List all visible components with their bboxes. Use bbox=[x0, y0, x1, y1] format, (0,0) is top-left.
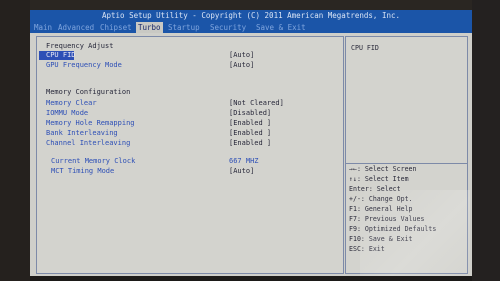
setting-cpu-fid-value[interactable]: [Auto] bbox=[229, 51, 254, 60]
monitor-bezel-left bbox=[0, 0, 30, 281]
setting-bank-interleaving-value[interactable]: [Enabled ] bbox=[229, 129, 271, 138]
tab-advanced[interactable]: Advanced bbox=[56, 22, 96, 33]
section-heading-memory: Memory Configuration bbox=[46, 88, 131, 96]
current-memory-clock-label: Current Memory Clock bbox=[51, 157, 136, 165]
key-help-select-item: ↑↓: Select Item bbox=[349, 175, 409, 183]
setting-memory-clear-value[interactable]: [Not Cleared] bbox=[229, 99, 284, 108]
key-help-save-exit: F10: Save & Exit bbox=[349, 235, 413, 243]
setting-mct-timing-mode-value[interactable]: [Auto] bbox=[229, 167, 254, 176]
key-help-exit: ESC: Exit bbox=[349, 245, 385, 253]
key-help-change-opt: +/-: Change Opt. bbox=[349, 195, 413, 203]
setting-memory-hole-remapping-label[interactable]: Memory Hole Remapping bbox=[46, 119, 135, 128]
tab-chipset[interactable]: Chipset bbox=[98, 22, 134, 33]
help-panel: CPU FID →←: Select Screen ↑↓: Select Ite… bbox=[345, 36, 468, 274]
setting-bank-interleaving-label[interactable]: Bank Interleaving bbox=[46, 129, 118, 138]
setting-cpu-fid-label[interactable]: CPU FID bbox=[46, 51, 76, 60]
setting-gpu-frequency-mode-value[interactable]: [Auto] bbox=[229, 61, 254, 70]
current-memory-clock-value: 667 MHZ bbox=[229, 157, 259, 165]
monitor-bezel-right bbox=[472, 0, 500, 281]
section-heading-frequency: Frequency Adjust bbox=[46, 42, 114, 50]
tab-main[interactable]: Main bbox=[32, 22, 54, 33]
key-help-general-help: F1: General Help bbox=[349, 205, 413, 213]
setting-channel-interleaving-label[interactable]: Channel Interleaving bbox=[46, 139, 130, 148]
key-help-optimized-defaults: F9: Optimized Defaults bbox=[349, 225, 437, 233]
tab-bar: Main Advanced Chipset Turbo Startup Secu… bbox=[30, 22, 472, 33]
key-help-previous-values: F7: Previous Values bbox=[349, 215, 425, 223]
setting-iommu-mode-label[interactable]: IOMMU Mode bbox=[46, 109, 88, 118]
key-help-enter: Enter: Select bbox=[349, 185, 401, 193]
setting-gpu-frequency-mode-label[interactable]: GPU Frequency Mode bbox=[46, 61, 122, 70]
key-help-select-screen: →←: Select Screen bbox=[349, 165, 417, 173]
bios-screen: Aptio Setup Utility - Copyright (C) 2011… bbox=[30, 10, 472, 276]
tab-startup[interactable]: Startup bbox=[166, 22, 202, 33]
tab-turbo[interactable]: Turbo bbox=[136, 22, 163, 33]
setting-channel-interleaving-value[interactable]: [Enabled ] bbox=[229, 139, 271, 148]
help-title: CPU FID bbox=[351, 44, 379, 52]
help-divider bbox=[346, 163, 467, 164]
setting-iommu-mode-value[interactable]: [Disabled] bbox=[229, 109, 271, 118]
tab-save-exit[interactable]: Save & Exit bbox=[254, 22, 308, 33]
title-bar: Aptio Setup Utility - Copyright (C) 2011… bbox=[30, 10, 472, 22]
setting-memory-clear-label[interactable]: Memory Clear bbox=[46, 99, 97, 108]
settings-panel: Frequency Adjust CPU FID [Auto] GPU Freq… bbox=[36, 36, 344, 274]
setting-memory-hole-remapping-value[interactable]: [Enabled ] bbox=[229, 119, 271, 128]
setting-mct-timing-mode-label[interactable]: MCT Timing Mode bbox=[51, 167, 114, 176]
tab-security[interactable]: Security bbox=[208, 22, 248, 33]
